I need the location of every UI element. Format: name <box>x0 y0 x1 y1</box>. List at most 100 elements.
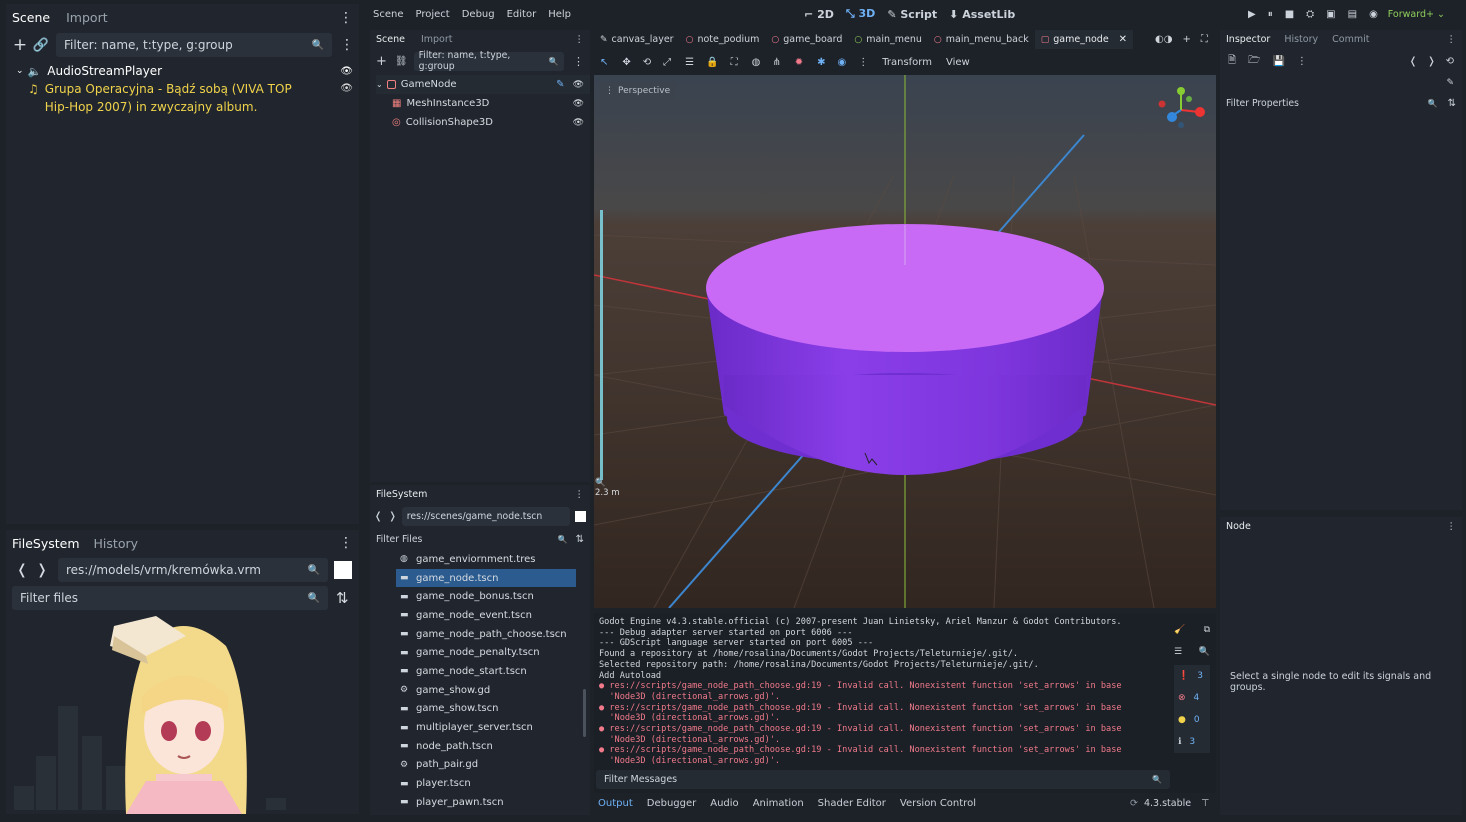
left-fs-path-input[interactable]: res://models/vrm/kremówka.vrm 🔍 <box>58 558 328 582</box>
scene-tab-item[interactable]: ▢ game_node ✕ <box>1034 30 1134 49</box>
bottom-tab-output[interactable]: Output <box>598 798 633 809</box>
file-item[interactable]: ▬ player_pawn.tscn <box>370 793 590 812</box>
kebab-icon[interactable]: ⋮ <box>1447 521 1457 532</box>
fs-scrollbar[interactable] <box>583 689 586 737</box>
left-tab-import[interactable]: Import <box>66 10 108 25</box>
play-custom-icon[interactable]: ▤ <box>1348 9 1357 20</box>
kebab-icon[interactable]: ⋮ <box>573 55 584 68</box>
kebab-icon[interactable]: ⋮ <box>575 489 585 500</box>
sort-icon[interactable]: ⇅ <box>1448 98 1456 109</box>
file-item[interactable]: ▬ multiplayer_server.tscn <box>370 718 590 737</box>
file-item[interactable]: ▬ game_node_bonus.tscn <box>370 587 590 606</box>
bottom-tab-debugger[interactable]: Debugger <box>647 798 697 809</box>
file-item[interactable]: ◍ game_enviornment.tres <box>370 550 590 569</box>
forward-icon[interactable]: ❭ <box>388 511 396 522</box>
link-icon[interactable]: 🔗 <box>30 38 52 53</box>
perspective-menu[interactable]: ⋮ Perspective <box>600 82 676 99</box>
group-icon[interactable]: ⛶ <box>731 57 738 68</box>
local-space-icon[interactable]: ◍ <box>752 57 761 68</box>
add-node-icon[interactable]: + <box>10 35 30 55</box>
workspace-assetlib[interactable]: ⬇ AssetLib <box>949 8 1015 21</box>
file-item[interactable]: ▬ game_node_penalty.tscn <box>370 643 590 662</box>
tree-item-song[interactable]: ♫ Grupa Operacyjna - Bądź sobą (VIVA TOP… <box>16 80 353 116</box>
scene-tab-item[interactable]: ✎ canvas_layer <box>594 30 680 49</box>
bottom-tab-shader-editor[interactable]: Shader Editor <box>818 798 886 809</box>
transform-menu[interactable]: Transform <box>882 57 932 68</box>
rotate-tool-icon[interactable]: ⟲ <box>643 57 651 68</box>
collapse-icon[interactable]: ☰ <box>1174 647 1182 657</box>
back-icon[interactable]: ❬ <box>374 511 382 522</box>
bottom-tab-audio[interactable]: Audio <box>710 798 738 809</box>
kebab-icon[interactable]: ⋮ <box>1447 34 1457 45</box>
sort-icon[interactable]: ⇅ <box>336 589 349 607</box>
preview-sun-icon[interactable]: ✹ <box>795 57 803 68</box>
script-icon[interactable]: ✎ <box>556 79 564 90</box>
snap-icon[interactable]: ⋔ <box>772 57 780 68</box>
file-item[interactable]: ▬ player.tscn <box>370 774 590 793</box>
file-item[interactable]: ▬ game_node_path_choose.tscn <box>370 625 590 644</box>
list-select-icon[interactable]: ☰ <box>685 57 694 68</box>
file-item[interactable]: ▬ game_node_start.tscn <box>370 662 590 681</box>
remote-debug-icon[interactable]: ⛭ <box>1306 9 1314 20</box>
kebab-icon[interactable]: ⋮ <box>575 34 585 45</box>
scale-tool-icon[interactable]: ⤢ <box>663 57 671 68</box>
bottom-tab-animation[interactable]: Animation <box>753 798 804 809</box>
menu-editor[interactable]: Editor <box>507 9 537 20</box>
play-icon[interactable]: ▶ <box>1248 9 1256 20</box>
filter-properties-input[interactable]: Filter Properties <box>1226 98 1299 109</box>
filter-info-toggle[interactable]: ℹ3 <box>1174 731 1210 753</box>
view-toggle-icon[interactable] <box>334 561 352 579</box>
workspace-3d[interactable]: ⤡ 3D <box>846 7 875 21</box>
close-icon[interactable]: ✕ <box>1119 34 1127 45</box>
back-icon[interactable]: ❬ <box>12 562 32 578</box>
scene-tab[interactable]: Scene <box>376 34 405 45</box>
visibility-icon[interactable]: 👁 <box>340 66 353 77</box>
movie-icon[interactable]: ◉ <box>1369 9 1378 20</box>
add-tab-icon[interactable]: + <box>1182 34 1190 45</box>
commit-tab[interactable]: Commit <box>1332 34 1369 45</box>
view-toggle-icon[interactable] <box>574 510 586 522</box>
scene-tab-item[interactable]: ○ main_menu <box>848 30 928 49</box>
link-icon[interactable]: ⛓ <box>395 56 408 67</box>
kebab-icon[interactable]: ⋮ <box>1297 56 1307 67</box>
stop-icon[interactable]: ■ <box>1285 9 1294 20</box>
pin-icon[interactable]: ✎ <box>1446 78 1454 88</box>
forward-icon[interactable]: ❭ <box>1427 56 1435 67</box>
globe-icon[interactable]: ◉ <box>838 57 847 68</box>
menu-help[interactable]: Help <box>548 9 571 20</box>
pause-icon[interactable]: ⏸ <box>1268 9 1273 20</box>
clear-output-icon[interactable]: 🧹 <box>1174 625 1185 635</box>
filter-messages-toggle[interactable]: ❗ 3 <box>1174 665 1210 687</box>
file-item[interactable]: ⚙ game_show.gd <box>370 681 590 700</box>
visibility-icon[interactable]: 👁 <box>573 118 584 128</box>
visibility-icon[interactable]: 👁 <box>340 80 353 116</box>
history-icon[interactable]: ◐◑ <box>1155 34 1172 45</box>
fs-path-input[interactable]: res://scenes/game_node.tscn <box>401 506 570 526</box>
left-tab-history[interactable]: History <box>94 536 138 551</box>
save-resource-icon[interactable]: 💾 <box>1272 56 1284 67</box>
filter-messages-input[interactable]: Filter Messages 🔍 <box>596 770 1170 789</box>
filter-warnings-toggle[interactable]: ● 0 <box>1174 709 1210 731</box>
lock-icon[interactable]: 🔒 <box>706 57 718 68</box>
left-filter-input[interactable]: Filter: name, t:type, g:group 🔍 <box>56 33 332 57</box>
tree-node-gamenode[interactable]: ⌄ GameNode ✎ 👁 <box>376 75 590 94</box>
renderer-select[interactable]: Forward+ ⌄ <box>1388 9 1445 20</box>
preview-env-icon[interactable]: ✱ <box>817 57 825 68</box>
copy-output-icon[interactable]: ⧉ <box>1204 625 1210 635</box>
file-item[interactable]: ⚙ path_pair.gd <box>370 756 590 775</box>
sort-icon[interactable]: ⇅ <box>576 534 584 545</box>
scene-tab-item[interactable]: ○ game_board <box>765 30 848 49</box>
bottom-tab-version-control[interactable]: Version Control <box>900 798 976 809</box>
view-gizmo[interactable] <box>1156 85 1206 135</box>
menu-scene[interactable]: Scene <box>373 9 404 20</box>
scene-filter-input[interactable]: Filter: name, t:type, g:group 🔍 <box>413 50 564 72</box>
history-tab[interactable]: History <box>1284 34 1318 45</box>
move-tool-icon[interactable]: ✥ <box>622 57 630 68</box>
add-node-icon[interactable]: + <box>376 54 387 69</box>
tree-item-audiostreamplayer[interactable]: ⌄ 🔈 AudioStreamPlayer 👁 <box>16 62 353 80</box>
select-tool-icon[interactable]: ↖ <box>600 57 608 68</box>
tree-node-meshinstance[interactable]: ▦ MeshInstance3D 👁 <box>376 94 590 113</box>
back-icon[interactable]: ❬ <box>1409 56 1417 67</box>
file-item[interactable]: ▬ game_node_event.tscn <box>370 606 590 625</box>
view-menu[interactable]: View <box>946 57 970 68</box>
